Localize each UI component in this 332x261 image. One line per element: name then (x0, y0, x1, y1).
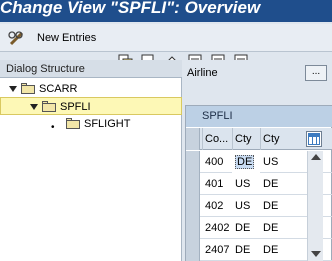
folder-icon (21, 83, 35, 94)
row-selector[interactable] (186, 173, 200, 195)
column-header-code[interactable]: Co... (202, 128, 232, 150)
airline-dropdown-button[interactable]: ... (305, 65, 327, 81)
title-bar: Change View "SPFLI": Overview (0, 0, 332, 22)
page-title: Change View "SPFLI": Overview (0, 0, 261, 17)
tree-item-label: SFLIGHT (84, 118, 131, 130)
table-title: SPFLI (186, 106, 332, 127)
cell-country-from[interactable]: DE (232, 217, 260, 239)
tree-item-scarr[interactable]: SCARR (0, 80, 182, 98)
cell-country-from[interactable]: US (232, 173, 260, 195)
select-all-rows-cell[interactable] (186, 128, 200, 150)
cell-country-from[interactable]: DE (232, 151, 260, 173)
row-selector[interactable] (186, 239, 200, 261)
expand-triangle-icon[interactable] (9, 86, 17, 92)
toolbar: New Entries (0, 24, 332, 70)
row-selector[interactable] (186, 195, 200, 217)
cell-country-to[interactable]: DE (260, 239, 290, 261)
tree-item-label: SPFLI (60, 101, 91, 113)
scroll-down-icon[interactable] (311, 251, 321, 257)
row-selector[interactable] (186, 151, 200, 173)
cell-code[interactable]: 401 (202, 173, 232, 195)
tree-item-spfli[interactable]: SPFLI (0, 97, 182, 115)
display-change-toggle-button[interactable] (8, 29, 28, 47)
new-entries-button[interactable]: New Entries (37, 29, 109, 47)
content-panel: Airline ... SPFLI Co... Cty Cty 400 DE U… (183, 60, 332, 261)
folder-icon (66, 118, 80, 129)
folder-icon (42, 101, 56, 112)
cell-code[interactable]: 2407 (202, 239, 232, 261)
vertical-scrollbar[interactable] (307, 151, 323, 261)
tree-item-label: SCARR (39, 83, 78, 95)
cell-code[interactable]: 402 (202, 195, 232, 217)
cell-country-from[interactable]: US (232, 195, 260, 217)
column-header-country-to[interactable]: Cty (260, 128, 290, 150)
scroll-up-icon[interactable] (311, 154, 321, 160)
dialog-structure-header: Dialog Structure (0, 60, 182, 78)
tree-item-sflight[interactable]: • SFLIGHT (0, 115, 182, 133)
column-header-country-from[interactable]: Cty (232, 128, 260, 150)
cell-value: DE (235, 155, 255, 169)
spfli-table: SPFLI Co... Cty Cty 400 DE US 401 US DE … (185, 105, 332, 261)
expand-triangle-icon[interactable] (30, 104, 38, 110)
cell-country-to[interactable]: US (260, 151, 290, 173)
dialog-structure-panel: Dialog Structure SCARR SPFLI • SFLIGHT (0, 60, 182, 261)
cell-country-from[interactable]: DE (232, 239, 260, 261)
cell-country-to[interactable]: DE (260, 217, 290, 239)
leaf-bullet-icon: • (51, 122, 55, 133)
cell-country-to[interactable]: DE (260, 195, 290, 217)
cell-code[interactable]: 400 (202, 151, 232, 173)
table-settings-icon (308, 133, 320, 145)
airline-label: Airline (187, 67, 218, 79)
new-entries-label: New Entries (37, 32, 97, 44)
cell-country-to[interactable]: DE (260, 173, 290, 195)
row-selector[interactable] (186, 217, 200, 239)
table-header-row: Co... Cty Cty (186, 128, 332, 150)
cell-code[interactable]: 2402 (202, 217, 232, 239)
glasses-pencil-icon (8, 31, 24, 46)
table-settings-button[interactable] (306, 131, 322, 147)
